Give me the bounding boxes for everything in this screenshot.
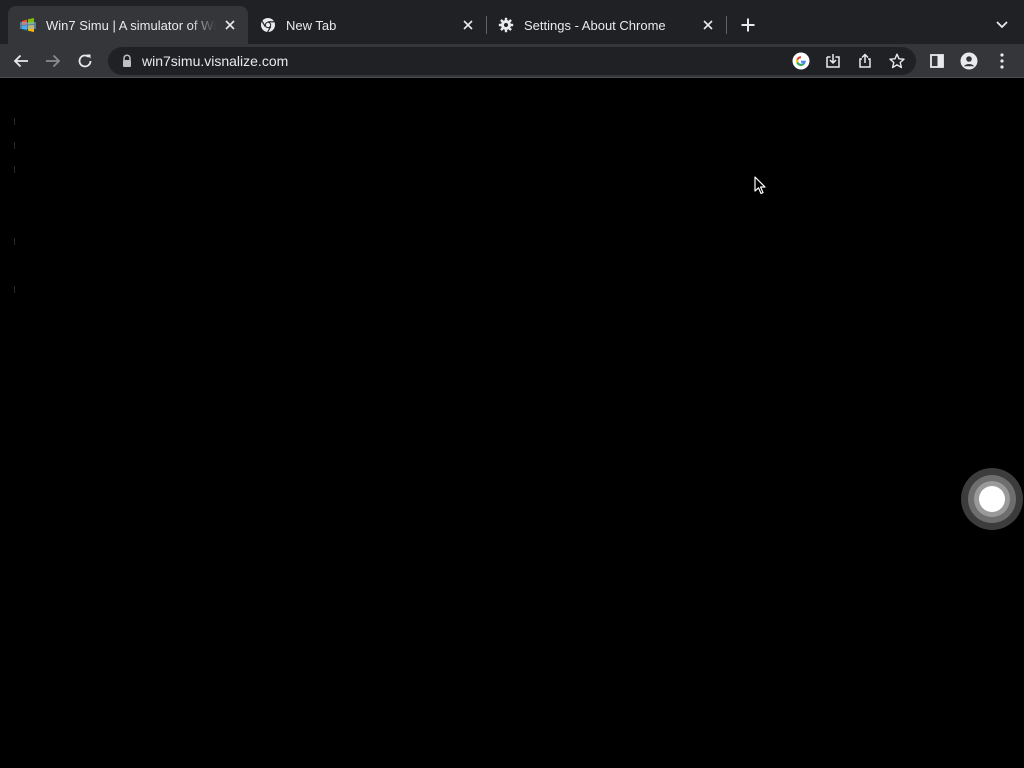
- reload-button[interactable]: [72, 48, 98, 74]
- forward-arrow-icon: [46, 54, 61, 68]
- profile-button[interactable]: [956, 48, 982, 74]
- kebab-menu-icon: [1000, 53, 1004, 69]
- faint-mark: [14, 142, 15, 149]
- close-tab-icon[interactable]: [222, 17, 238, 33]
- plus-icon: [741, 18, 755, 32]
- side-panel-button[interactable]: [924, 48, 950, 74]
- reload-icon: [78, 54, 92, 68]
- browser-window: Win7 Simu | A simulator of Windows 7 New…: [0, 0, 1024, 768]
- tab-title: Win7 Simu | A simulator of Windows 7: [46, 17, 216, 33]
- tab-settings[interactable]: Settings - About Chrome: [486, 6, 726, 44]
- share-icon[interactable]: [856, 52, 874, 70]
- gear-icon: [498, 17, 514, 33]
- loading-spinner: [960, 467, 1024, 531]
- page-content: [0, 78, 1024, 768]
- close-tab-icon[interactable]: [700, 17, 716, 33]
- faint-mark: [14, 166, 15, 173]
- tab-search-button[interactable]: [990, 13, 1014, 37]
- profile-avatar-icon: [960, 52, 978, 70]
- side-panel-icon: [930, 54, 944, 68]
- chevron-down-icon: [996, 21, 1008, 29]
- menu-button[interactable]: [989, 48, 1015, 74]
- toolbar: [0, 44, 1024, 78]
- faint-mark: [14, 118, 15, 125]
- back-button[interactable]: [8, 48, 34, 74]
- google-lens-icon[interactable]: [792, 52, 810, 70]
- install-app-icon[interactable]: [824, 52, 842, 70]
- forward-button[interactable]: [40, 48, 66, 74]
- mouse-cursor-icon: [754, 176, 766, 195]
- win7-logo-icon: [20, 17, 36, 33]
- tab-strip: Win7 Simu | A simulator of Windows 7 New…: [0, 0, 1024, 44]
- back-arrow-icon: [13, 54, 28, 68]
- lock-icon[interactable]: [120, 54, 134, 68]
- chrome-icon: [260, 17, 276, 33]
- tab-new-tab[interactable]: New Tab: [248, 6, 486, 44]
- tab-title: New Tab: [286, 17, 337, 33]
- tab-win7simu[interactable]: Win7 Simu | A simulator of Windows 7: [8, 6, 248, 44]
- tab-title: Settings - About Chrome: [524, 17, 666, 33]
- url-input[interactable]: [142, 52, 782, 70]
- address-bar[interactable]: [108, 47, 916, 75]
- bookmark-star-icon[interactable]: [888, 52, 906, 70]
- close-tab-icon[interactable]: [460, 17, 476, 33]
- faint-mark: [14, 286, 15, 293]
- tab-separator: [726, 16, 727, 34]
- new-tab-button[interactable]: [736, 13, 760, 37]
- faint-mark: [14, 238, 15, 245]
